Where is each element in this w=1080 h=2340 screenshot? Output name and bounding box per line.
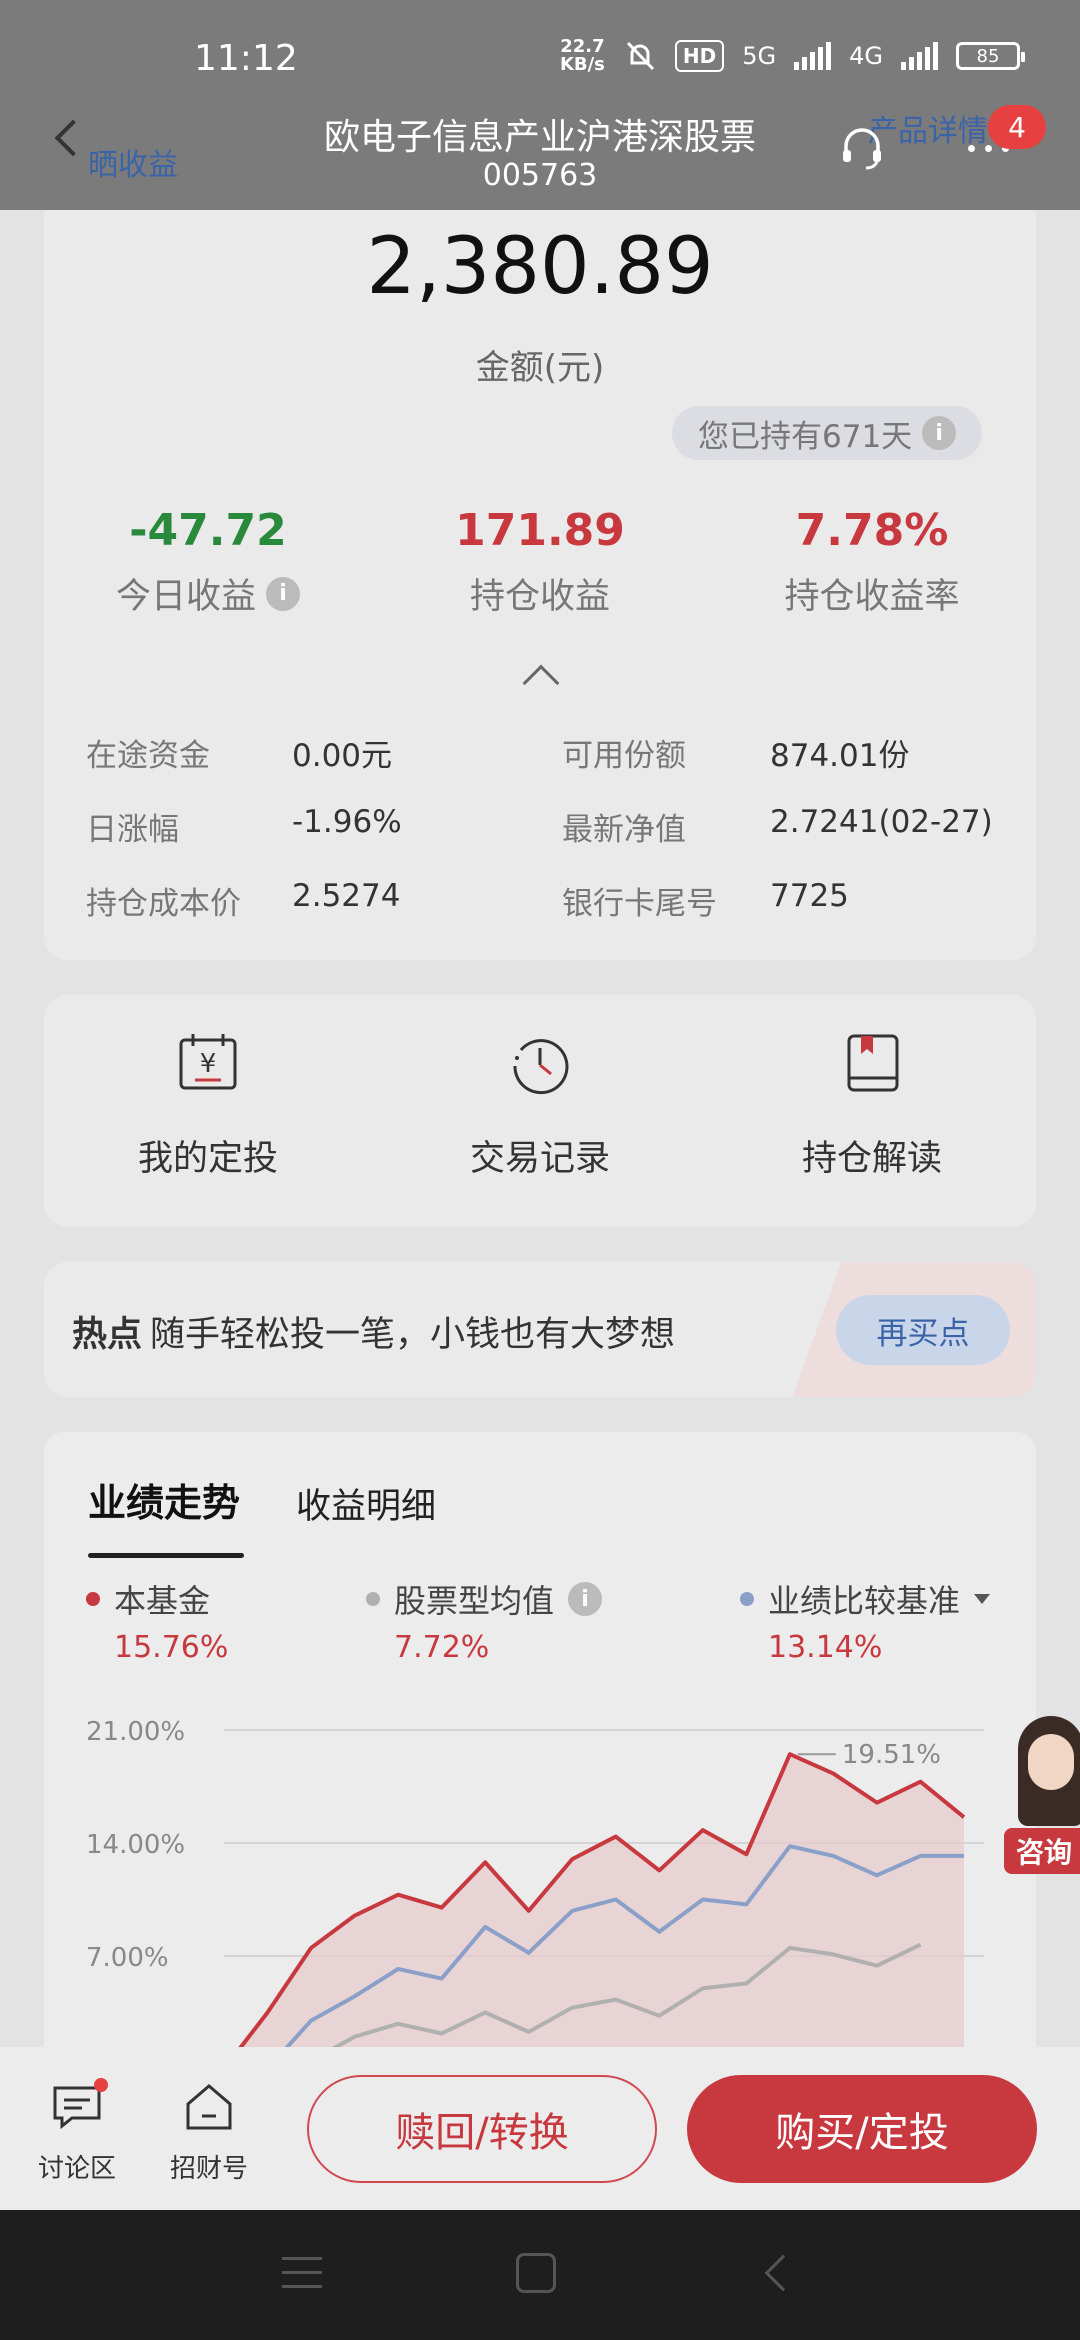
calendar-yen-icon: ¥	[179, 1034, 237, 1090]
tab-performance-trend[interactable]: 业绩走势	[88, 1472, 240, 1527]
headset-icon[interactable]	[838, 124, 886, 172]
position-rate-value: 7.78%	[795, 505, 949, 556]
info-icon[interactable]: i	[568, 1582, 603, 1616]
info-icon[interactable]: i	[922, 416, 957, 450]
y-tick-label: 14.00%	[86, 1830, 185, 1860]
legend-fund[interactable]: 本基金 15.76%	[86, 1576, 228, 1665]
fund-code: 005763	[482, 158, 598, 193]
status-time: 11:12	[194, 38, 298, 79]
book-icon	[847, 1034, 899, 1092]
legend-value: 13.14%	[768, 1630, 883, 1665]
performance-chart: 21.00% 14.00% 7.00% 19.51%	[86, 1717, 984, 2050]
position-profit-label: 持仓收益	[469, 577, 610, 617]
dropdown-arrow-icon[interactable]	[974, 1594, 991, 1604]
zhaocai-button[interactable]: 招财号	[154, 2080, 264, 2185]
action-label: 持仓解读	[801, 1139, 942, 1179]
history-clock-icon	[513, 1039, 569, 1095]
y-tick-label: 21.00%	[86, 1717, 185, 1747]
advisor-avatar	[1018, 1716, 1080, 1826]
back-icon[interactable]	[54, 119, 92, 157]
legend-dot	[366, 1592, 380, 1606]
info-icon[interactable]: i	[266, 576, 300, 611]
discuss-button[interactable]: 讨论区	[22, 2078, 132, 2185]
holding-amount: 2,380.89	[366, 222, 714, 312]
action-label: 交易记录	[469, 1139, 610, 1179]
zhaocai-label: 招财号	[169, 2154, 248, 2184]
legend-value: 7.72%	[394, 1630, 490, 1665]
network-4g-label: 4G	[849, 42, 883, 70]
action-trade-history[interactable]: 交易记录	[390, 1030, 690, 1181]
home-icon	[186, 2084, 232, 2130]
tab-underline	[88, 1553, 244, 1558]
position-profit-value: 171.89	[455, 505, 625, 556]
home-square-icon[interactable]	[516, 2253, 556, 2293]
legend-stock-avg[interactable]: 股票型均值 i 7.72%	[366, 1576, 603, 1665]
position-rate: 7.78% 持仓收益率	[722, 505, 1022, 619]
detail-item: 最新净值 2.7241(02-27)	[562, 804, 993, 848]
page: 11:12 22.7 KB/s HD 5G 4G 85 晒收益 欧电子信息产业沪…	[0, 0, 1080, 2340]
signal-4g-icon	[901, 42, 938, 70]
share-profit-link[interactable]: 晒收益	[88, 140, 178, 184]
today-profit-label: 今日收益	[115, 577, 256, 617]
discuss-label: 讨论区	[37, 2154, 116, 2184]
legend-name: 股票型均值	[394, 1582, 555, 1620]
action-holding-analysis[interactable]: 持仓解读	[722, 1030, 1022, 1181]
detail-item: 持仓成本价 2.5274	[86, 878, 401, 922]
detail-item: 日涨幅 -1.96%	[86, 804, 402, 848]
legend-dot	[86, 1592, 100, 1606]
legend-dot	[740, 1592, 754, 1606]
detail-item: 在途资金 0.00元	[86, 738, 393, 774]
banner-text: 随手轻松投一笔，小钱也有大梦想	[150, 1315, 676, 1355]
unread-dot	[94, 2078, 108, 2092]
notification-badge: 4	[988, 105, 1046, 149]
bell-muted-icon	[626, 41, 654, 71]
header-bar: 11:12 22.7 KB/s HD 5G 4G 85 晒收益 欧电子信息产业沪…	[0, 0, 1080, 210]
consult-widget[interactable]: 咨询	[1004, 1716, 1080, 1876]
position-profit: 171.89 持仓收益	[390, 505, 690, 619]
svg-text:¥: ¥	[200, 1049, 217, 1079]
legend-value: 15.76%	[114, 1630, 229, 1665]
detail-item: 银行卡尾号 7725	[562, 878, 849, 922]
peak-label: 19.51%	[842, 1740, 941, 1770]
signal-5g-icon	[794, 42, 832, 70]
hd-icon: HD	[674, 40, 725, 72]
buy-more-button[interactable]: 再买点	[836, 1295, 1010, 1365]
y-tick-label: 7.00%	[86, 1943, 169, 1973]
tab-profit-detail[interactable]: 收益明细	[296, 1478, 436, 1529]
fund-title: 欧电子信息产业沪港深股票	[323, 117, 756, 158]
network-5g-label: 5G	[742, 42, 777, 70]
net-speed: 22.7 KB/s	[559, 36, 605, 75]
status-icons: 22.7 KB/s HD 5G 4G 85	[559, 36, 1025, 75]
consult-button[interactable]: 咨询	[1004, 1828, 1080, 1874]
today-profit: -47.72 今日收益 i	[58, 505, 358, 619]
action-label: 我的定投	[137, 1139, 278, 1179]
legend-name: 本基金	[114, 1582, 211, 1620]
redeem-convert-button[interactable]: 赎回/转换	[307, 2075, 657, 2183]
legend-name: 业绩比较基准	[768, 1582, 961, 1620]
banner-hot-tag: 热点	[72, 1315, 143, 1355]
battery-icon: 85	[956, 42, 1025, 70]
today-profit-value: -47.72	[129, 505, 287, 556]
amount-label: 金额(元)	[475, 348, 605, 388]
position-rate-label: 持仓收益率	[784, 577, 960, 617]
held-days-pill[interactable]: 您已持有671天 i	[672, 406, 983, 460]
held-days-text: 您已持有671天	[698, 418, 913, 455]
detail-item: 可用份额 874.01份	[562, 738, 910, 774]
action-my-plan[interactable]: ¥ 我的定投	[58, 1030, 358, 1181]
legend-benchmark[interactable]: 业绩比较基准 13.14%	[740, 1576, 991, 1665]
menu-icon[interactable]	[282, 2257, 322, 2299]
buy-plan-button[interactable]: 购买/定投	[687, 2075, 1037, 2183]
product-detail-link[interactable]: 产品详情	[868, 106, 988, 150]
